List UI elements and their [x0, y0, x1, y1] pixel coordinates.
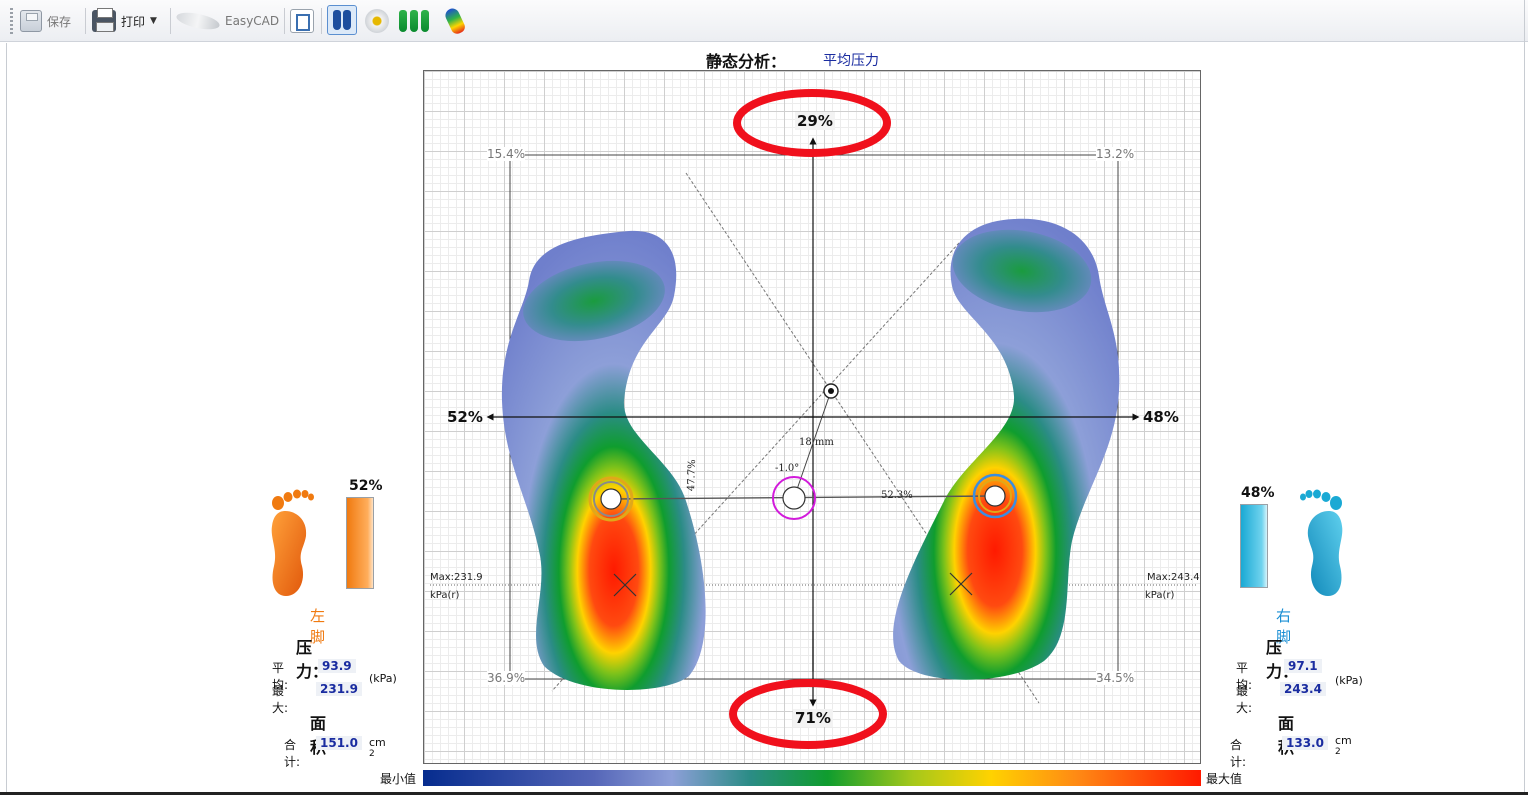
toolbar-separator	[85, 8, 86, 34]
page-subtitle: 平均压力	[823, 53, 879, 69]
right-max-unit: kPa(r)	[1145, 590, 1175, 601]
easycad-label: EasyCAD	[225, 14, 280, 28]
right-area-unit: cm 2	[1335, 734, 1352, 762]
page-title: 静态分析：	[706, 52, 787, 71]
legend-min-label: 最小值	[380, 772, 417, 786]
left-avg-value: 93.9	[318, 659, 356, 673]
save-button[interactable]: 保存	[20, 7, 71, 35]
quadrant-top-right-label: 13.2%	[1096, 147, 1135, 161]
quadrant-bottom-right-label: 34.5%	[1096, 671, 1135, 685]
color-scale-bar	[423, 770, 1201, 786]
right-max-label: Max:243.4	[1147, 572, 1200, 583]
frame-border	[6, 43, 7, 793]
left-pressure-unit: (kPa)	[369, 672, 397, 685]
right-total-label: 合计:	[1230, 738, 1247, 769]
print-label: 打印	[121, 14, 146, 29]
view-pressure-button[interactable]	[327, 5, 357, 35]
right-max-label-2: 最大:	[1236, 684, 1253, 715]
view-footprints-button[interactable]	[396, 7, 432, 35]
easycad-button[interactable]: EasyCAD	[175, 7, 280, 35]
right-pressure-title: 压力：	[1266, 638, 1299, 681]
left-max-label-2: 最大:	[272, 684, 289, 715]
quadrant-top-left-label: 15.4%	[487, 147, 526, 161]
right-area-unit-sup: 2	[1335, 747, 1341, 757]
legend-max-label: 最大值	[1206, 772, 1243, 786]
app-window: 保存 打印 ▼ EasyCAD 静态分析： 平均压力 29% 71% 52% 4…	[0, 0, 1528, 795]
left-bar-pct: 52%	[349, 478, 383, 494]
right-total-value: 133.0	[1282, 736, 1328, 750]
blue-feet-icon	[327, 5, 357, 35]
right-area-title: 面积	[1278, 714, 1295, 757]
view-insole-button[interactable]	[443, 6, 467, 36]
left-max-unit: kPa(r)	[430, 590, 460, 601]
print-button[interactable]: 打印 ▼	[92, 7, 157, 35]
left-load-label: 52%	[447, 408, 483, 426]
left-pressure-title: 压力：	[296, 638, 329, 681]
right-foot-icon	[1300, 489, 1343, 596]
toolbar-separator	[284, 8, 285, 34]
left-max-value: 231.9	[316, 682, 362, 696]
toolbar-separator	[321, 8, 322, 34]
flower-icon	[365, 9, 389, 33]
left-total-label: 合计:	[284, 738, 301, 769]
right-pressure-unit: (kPa)	[1335, 674, 1363, 687]
right-area-unit-text: cm	[1335, 734, 1352, 747]
printer-icon	[92, 8, 116, 32]
save-icon	[20, 10, 42, 32]
right-bar-pct: 48%	[1241, 485, 1275, 501]
copy-button[interactable]	[290, 7, 314, 35]
right-load-label: 48%	[1143, 408, 1179, 426]
left-load-bar-fill	[347, 498, 373, 588]
left-max-label: Max:231.9	[430, 572, 483, 583]
pressure-plot-canvas	[430, 89, 1196, 749]
toolbar-grip[interactable]	[10, 8, 13, 34]
right-max-value: 243.4	[1280, 682, 1326, 696]
chevron-down-icon[interactable]: ▼	[150, 16, 157, 26]
left-area-unit: cm 2	[369, 736, 386, 764]
right-load-bar	[1240, 504, 1268, 588]
quadrant-bottom-left-label: 36.9%	[487, 671, 526, 685]
scrollbar-edge	[1524, 0, 1525, 795]
right-cop-pct-label: 52.3%	[881, 490, 913, 501]
cop-distance-label: 18 mm	[799, 437, 834, 448]
toolbar-separator	[170, 8, 171, 34]
right-avg-value: 97.1	[1284, 659, 1322, 673]
copy-icon	[290, 9, 314, 33]
right-load-bar-fill	[1241, 505, 1267, 587]
save-label: 保存	[47, 14, 72, 29]
green-feet-icon	[396, 8, 432, 34]
toolbar: 保存 打印 ▼ EasyCAD	[0, 0, 1528, 42]
back-load-label: 71%	[793, 709, 833, 727]
left-foot-icon	[271, 489, 314, 596]
cop-angle-label: -1.0°	[775, 463, 800, 474]
left-area-title: 面积	[310, 714, 327, 757]
front-load-label: 29%	[795, 112, 835, 130]
left-total-value: 151.0	[316, 736, 362, 750]
view-cop-button[interactable]	[365, 7, 389, 35]
insole-pressure-icon	[443, 6, 467, 36]
left-area-unit-text: cm	[369, 736, 386, 749]
insole-icon	[175, 9, 221, 33]
left-load-bar	[346, 497, 374, 589]
pressure-plot: 29% 71% 52% 48% 15.4% 13.2% 36.9% 34.5% …	[423, 70, 1201, 764]
left-cop-pct-label: 47.7%	[686, 459, 699, 492]
left-area-unit-sup: 2	[369, 749, 375, 759]
